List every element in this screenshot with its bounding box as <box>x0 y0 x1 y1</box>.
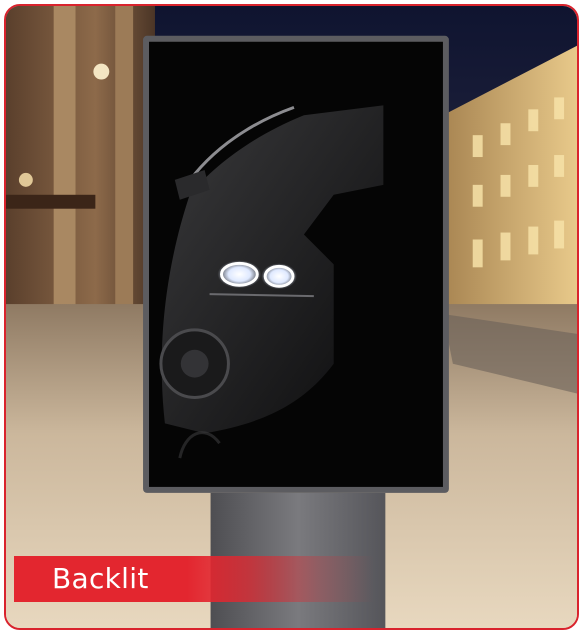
category-label-bar: Backlit <box>14 556 374 602</box>
billboard-scene-illustration <box>6 6 577 628</box>
category-label: Backlit <box>52 562 149 595</box>
street-billboard-photo <box>6 6 577 628</box>
product-card[interactable]: Backlit <box>4 4 579 630</box>
